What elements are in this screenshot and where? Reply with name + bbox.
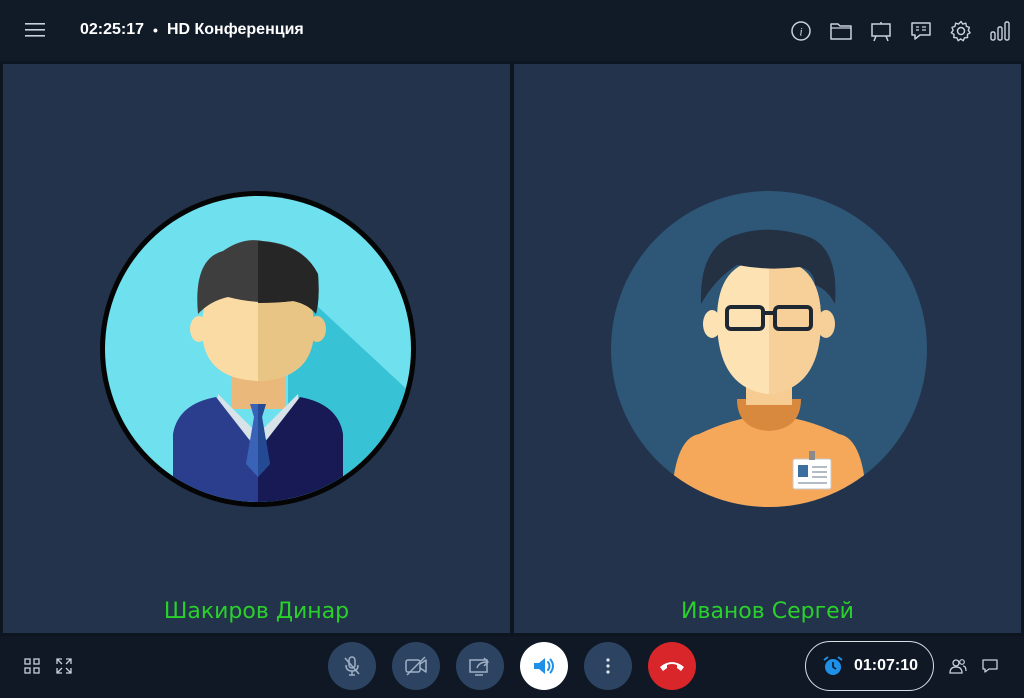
chat-board-icon xyxy=(911,22,931,40)
participant-tile[interactable]: Шакиров Динар xyxy=(3,64,510,633)
fullscreen-icon xyxy=(56,658,72,674)
svg-text:i: i xyxy=(799,25,802,39)
title-separator: • xyxy=(153,22,158,38)
layout-grid-button[interactable] xyxy=(22,656,42,676)
grid-layout-icon xyxy=(24,658,40,674)
folder-icon xyxy=(830,23,852,40)
hang-up-icon xyxy=(660,662,684,671)
info-icon: i xyxy=(791,21,811,41)
settings-button[interactable] xyxy=(948,18,974,44)
top-toolbar: i xyxy=(774,18,1014,44)
timer-value: 01:07:10 xyxy=(854,657,919,674)
hang-up-button[interactable] xyxy=(648,642,696,690)
screen-share-icon xyxy=(469,657,489,676)
conference-window: 02:25:17 • HD Конференция i Шакиров Дина… xyxy=(0,0,1024,698)
camera-toggle-button[interactable] xyxy=(392,642,440,690)
chat-icon xyxy=(982,659,998,673)
menu-icon xyxy=(25,23,45,37)
man-in-suit-avatar xyxy=(100,191,416,507)
participants-icon xyxy=(949,659,967,674)
clock-time: 02:25:17 xyxy=(80,21,145,38)
presentation-board-icon xyxy=(871,22,891,42)
microphone-off-icon xyxy=(344,656,360,676)
participant-name: Шакиров Динар xyxy=(163,599,350,624)
participants-button[interactable] xyxy=(948,656,968,676)
fullscreen-button[interactable] xyxy=(54,656,74,676)
info-button[interactable]: i xyxy=(788,18,814,44)
presentation-button[interactable] xyxy=(868,18,894,44)
files-button[interactable] xyxy=(828,18,854,44)
participant-name: Иванов Сергей xyxy=(681,599,854,624)
conference-timer: 01:07:10 xyxy=(805,641,934,691)
bottom-control-bar: 01:07:10 xyxy=(0,636,1024,698)
speaker-icon xyxy=(534,658,554,674)
more-options-button[interactable] xyxy=(584,642,632,690)
board-chat-button[interactable] xyxy=(908,18,934,44)
top-bar: 02:25:17 • HD Конференция i xyxy=(0,0,1024,61)
alarm-clock-icon xyxy=(823,656,843,675)
gear-icon xyxy=(950,20,971,42)
man-with-glasses-avatar xyxy=(611,191,927,507)
chat-button[interactable] xyxy=(980,656,1000,676)
screen-share-button[interactable] xyxy=(456,642,504,690)
more-vertical-icon xyxy=(606,658,610,674)
microphone-toggle-button[interactable] xyxy=(328,642,376,690)
speaker-button[interactable] xyxy=(520,642,568,690)
participant-tile[interactable]: Иванов Сергей xyxy=(514,64,1021,633)
quality-button[interactable] xyxy=(988,18,1014,44)
conference-title: HD Конференция xyxy=(166,21,304,38)
conference-header: 02:25:17 • HD Конференция xyxy=(80,19,304,41)
menu-button[interactable] xyxy=(22,18,50,42)
signal-bars-icon xyxy=(990,21,1010,41)
camera-off-icon xyxy=(405,656,427,676)
